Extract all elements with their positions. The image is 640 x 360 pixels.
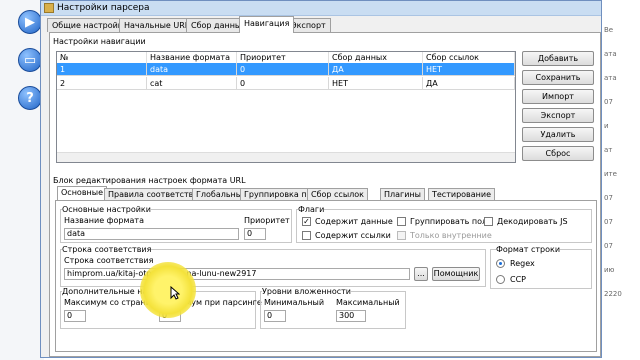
contains-data-checkbox[interactable]: ✓ — [302, 217, 311, 226]
min-level-label: Минимальный — [264, 298, 325, 307]
group-fields-checkbox[interactable] — [397, 217, 406, 226]
import-button[interactable]: Импорт — [522, 89, 594, 104]
css-label: ССР — [510, 275, 526, 284]
group-fields-label: Группировать поля — [410, 217, 492, 226]
css-radio[interactable] — [496, 275, 505, 284]
background-text: 07 — [604, 194, 613, 202]
background-text: Be — [604, 26, 614, 34]
regex-radio[interactable] — [496, 259, 505, 268]
flags-label: Флаги — [298, 205, 325, 214]
format-name-label: Название формата — [64, 216, 144, 225]
reset-button[interactable]: Сброс — [522, 146, 594, 161]
window-icon[interactable]: ▭ — [18, 48, 42, 72]
format-name-input[interactable]: data — [64, 228, 239, 240]
edit-block-panel: Основные настройки Название формата data… — [55, 200, 597, 352]
background-text: ат — [604, 146, 613, 154]
col-header-data[interactable]: Сбор данных — [329, 52, 423, 63]
tab-plugins[interactable]: Плагины — [380, 188, 425, 200]
browse-button[interactable]: ... — [414, 267, 428, 281]
decode-js-checkbox[interactable] — [484, 217, 493, 226]
col-header-name[interactable]: Название формата — [147, 52, 237, 63]
desktop-right-strip: Be ата ата 07 и ат ите 07 07 07 ию 2220 — [600, 0, 640, 360]
max-page-input[interactable]: 0 — [64, 310, 86, 322]
cell-priority: 0 — [237, 77, 329, 90]
export-button[interactable]: Экспорт — [522, 108, 594, 123]
mouse-cursor-icon — [170, 286, 180, 300]
table-header: № Название формата Приоритет Сбор данных… — [57, 52, 515, 63]
table-row[interactable]: 2 cat 0 НЕТ ДА — [57, 77, 515, 90]
tab-link-collection[interactable]: Сбор ссылок — [307, 188, 368, 200]
nav-formats-table: № Название формата Приоритет Сбор данных… — [56, 51, 516, 163]
delete-button[interactable]: Удалить — [522, 127, 594, 142]
internal-only-checkbox[interactable] — [397, 231, 406, 240]
string-format-label: Формат строки — [496, 245, 561, 254]
cell-name: data — [147, 63, 237, 76]
cell-num: 2 — [57, 77, 147, 90]
max-level-label: Максимальный — [336, 298, 400, 307]
nav-settings-label: Настройки навигации — [52, 37, 147, 46]
col-header-num[interactable]: № — [57, 52, 147, 63]
match-string-input[interactable]: himprom.ua/kitaj-otpravitsya-na-lunu-new… — [64, 268, 410, 280]
parser-settings-window: Настройки парсера Общие настройки Началь… — [40, 0, 602, 358]
cursor-highlight — [140, 262, 196, 318]
background-text: ата — [604, 50, 617, 58]
desktop-left-strip: ▶ ▭ ? — [0, 0, 44, 360]
table-row[interactable]: 1 data 0 ДА НЕТ — [57, 63, 515, 76]
background-text: ию — [604, 266, 615, 274]
tab-start-urls[interactable]: Начальные URL — [119, 18, 195, 32]
tab-testing[interactable]: Тестирование — [428, 188, 496, 200]
cell-data: НЕТ — [329, 77, 423, 90]
cell-name: cat — [147, 77, 237, 90]
match-string-label: Строка соответствия — [64, 256, 154, 265]
title-bar: Настройки парсера — [41, 1, 601, 16]
cell-links: НЕТ — [423, 63, 515, 76]
cell-links: ДА — [423, 77, 515, 90]
play-icon[interactable]: ▶ — [18, 10, 42, 34]
tab-basic[interactable]: Основные — [57, 186, 108, 200]
decode-js-label: Декодировать JS — [497, 217, 568, 226]
cell-priority: 0 — [237, 63, 329, 76]
contains-data-label: Содержит данные — [315, 217, 393, 226]
string-format-group — [490, 249, 592, 289]
cell-num: 1 — [57, 63, 147, 76]
priority-label: Приоритет — [244, 216, 290, 225]
background-text: 2220 — [604, 290, 622, 298]
background-text: 07 — [604, 98, 613, 106]
background-text: 07 — [604, 242, 613, 250]
col-header-links[interactable]: Сбор ссылок — [423, 52, 515, 63]
contains-links-checkbox[interactable] — [302, 231, 311, 240]
contains-links-label: Содержит ссылки — [315, 231, 391, 240]
basic-settings-label: Основные настройки — [62, 205, 151, 214]
window-title: Настройки парсера — [57, 3, 150, 13]
priority-input[interactable]: 0 — [244, 228, 266, 240]
cell-data: ДА — [329, 63, 423, 76]
match-string-group-label: Строка соответствия — [62, 245, 152, 254]
save-button[interactable]: Сохранить — [522, 70, 594, 85]
nesting-label: Уровни вложенности — [262, 287, 351, 296]
edit-block-label: Блок редактирования настроек формата URL — [52, 176, 247, 185]
regex-label: Regex — [510, 259, 535, 268]
background-text: и — [604, 122, 609, 130]
background-text: ите — [604, 170, 617, 178]
add-button[interactable]: Добавить — [522, 51, 594, 66]
internal-only-label: Только внутренние — [410, 231, 492, 240]
table-hscrollbar[interactable] — [57, 152, 515, 162]
app-icon — [44, 3, 54, 13]
max-level-input[interactable]: 300 — [336, 310, 366, 322]
tab-navigation[interactable]: Навигация — [239, 16, 295, 33]
helper-button[interactable]: Помощник — [432, 267, 480, 281]
help-icon[interactable]: ? — [18, 86, 42, 110]
background-text: ата — [604, 74, 617, 82]
col-header-priority[interactable]: Приоритет — [237, 52, 329, 63]
background-text: 07 — [604, 218, 613, 226]
min-level-input[interactable]: 0 — [264, 310, 286, 322]
